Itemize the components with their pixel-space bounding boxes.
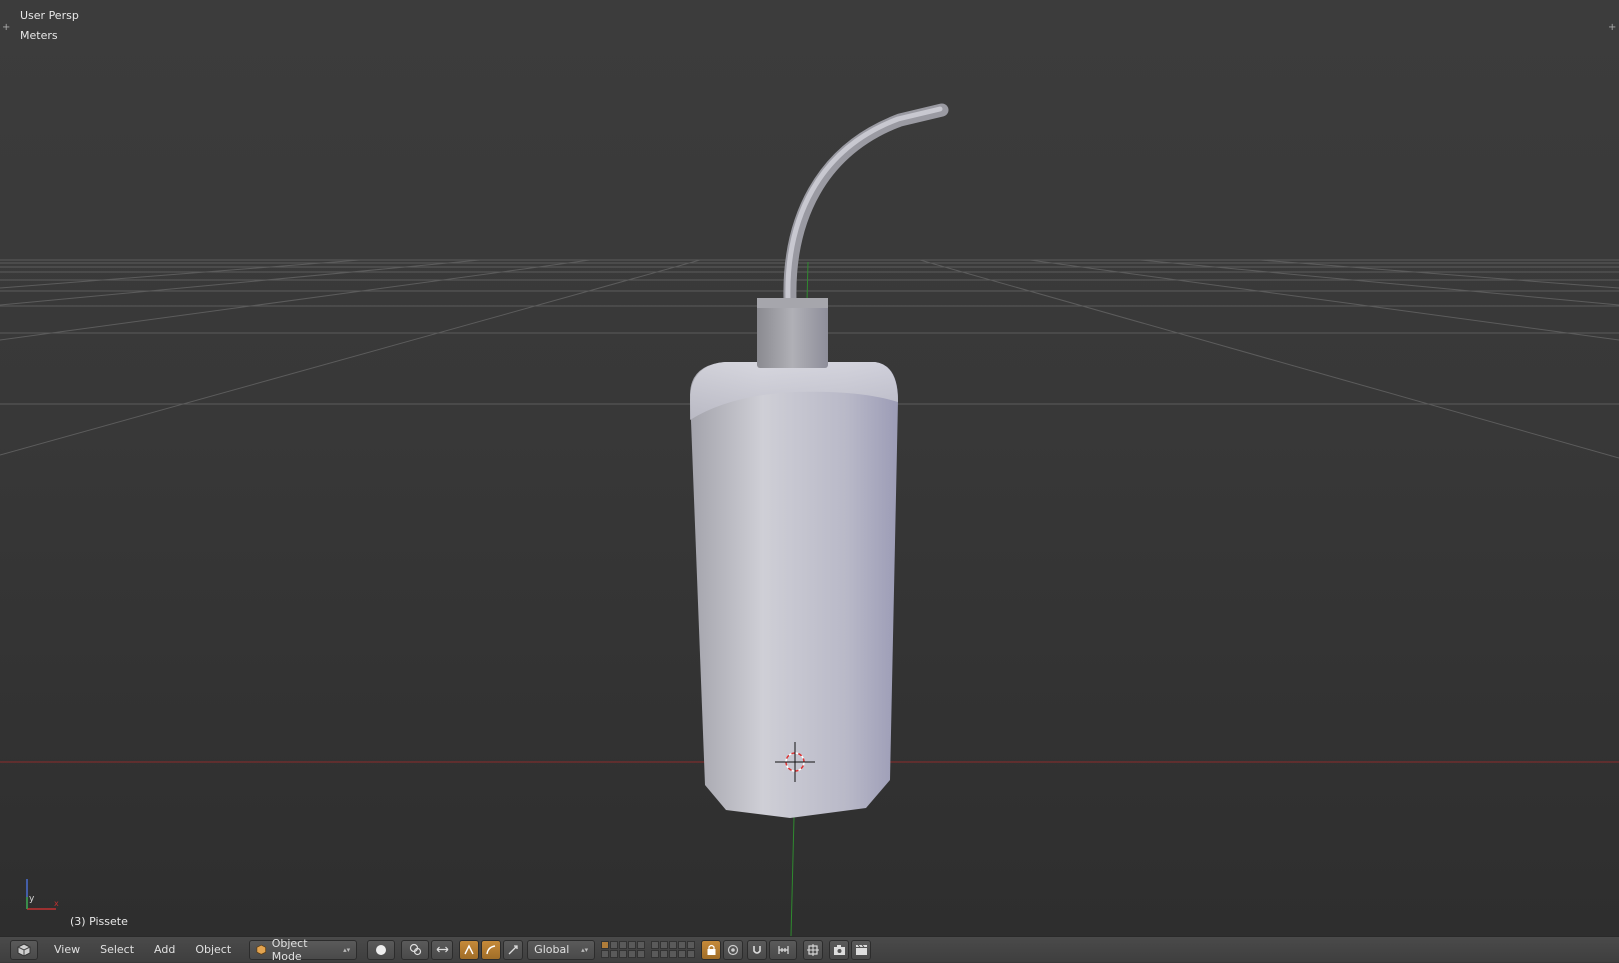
layer-cell[interactable]	[610, 941, 619, 949]
3d-viewport[interactable]: User Persp Meters + + y x (3) Pissete	[0, 0, 1619, 936]
layer-cell[interactable]	[669, 941, 678, 949]
view-perspective-label: User Persp	[20, 9, 79, 22]
layer-cell[interactable]	[601, 950, 610, 958]
scale-manipulator-button[interactable]	[503, 939, 524, 960]
layer-cell[interactable]	[687, 950, 696, 958]
mode-select-label: Object Mode	[271, 936, 308, 963]
layer-cell[interactable]	[628, 941, 637, 949]
camera-icon	[833, 944, 845, 955]
viewport-header: View Select Add Object Object Mode ▴▾ Gl…	[0, 936, 1619, 963]
transform-orientation-select[interactable]: Global ▴▾	[527, 939, 596, 960]
menu-select[interactable]: Select	[90, 943, 144, 956]
magnet-icon	[753, 945, 761, 954]
pivot-point-button[interactable]	[401, 939, 430, 960]
menu-add[interactable]: Add	[144, 943, 185, 956]
bottle-model	[690, 103, 949, 818]
pivot-icon	[409, 943, 421, 956]
clapboard-icon	[855, 944, 867, 955]
region-toggle-right-icon[interactable]: +	[1608, 22, 1616, 33]
manipulator-toggle-button[interactable]	[431, 939, 454, 960]
layer-cell[interactable]	[669, 950, 678, 958]
mode-select-arrows: ▴▾	[343, 945, 351, 954]
layer-cell[interactable]	[619, 950, 628, 958]
lock-icon	[707, 944, 716, 955]
snap-element-button[interactable]	[769, 939, 798, 960]
render-opengl-button[interactable]	[829, 939, 850, 960]
snap-target-button[interactable]	[803, 939, 824, 960]
lock-camera-button[interactable]	[701, 939, 722, 960]
layer-cell[interactable]	[678, 950, 687, 958]
layer-cell[interactable]	[601, 941, 610, 949]
layer-cell[interactable]	[660, 950, 669, 958]
layer-cell[interactable]	[637, 941, 646, 949]
layer-cell[interactable]	[610, 950, 619, 958]
bottle-body	[690, 362, 898, 818]
translate-manipulator-button[interactable]	[459, 939, 480, 960]
rotate-arc-icon	[486, 944, 496, 954]
manipulator-icon	[436, 946, 449, 953]
layers-group-2[interactable]	[651, 941, 696, 958]
layers-group-1[interactable]	[601, 941, 646, 958]
layer-cell[interactable]	[660, 941, 669, 949]
viewport-shading-button[interactable]	[367, 939, 396, 960]
snap-toggle-button[interactable]	[747, 939, 768, 960]
rotate-manipulator-button[interactable]	[481, 939, 502, 960]
transform-orientation-label: Global	[534, 943, 570, 956]
menu-view[interactable]: View	[44, 943, 90, 956]
render-animation-button[interactable]	[851, 939, 872, 960]
solid-sphere-icon	[376, 944, 387, 955]
translate-arrow-icon	[464, 943, 474, 954]
proportional-edit-icon	[728, 944, 739, 955]
layer-cell[interactable]	[651, 950, 660, 958]
layer-cell[interactable]	[637, 950, 646, 958]
bottle-cap	[757, 298, 828, 368]
transform-orientation-arrows: ▴▾	[581, 945, 589, 954]
mode-select[interactable]: Object Mode ▴▾	[249, 936, 358, 963]
menu-object[interactable]: Object	[185, 943, 241, 956]
active-object-label: (3) Pissete	[70, 915, 128, 928]
editor-type-button[interactable]	[10, 939, 38, 960]
gizmo-y-label: y	[29, 894, 35, 904]
proportional-edit-button[interactable]	[723, 939, 744, 960]
units-label: Meters	[20, 29, 58, 42]
scale-icon	[508, 944, 518, 954]
snap-target-icon	[807, 943, 820, 956]
layer-cell[interactable]	[651, 941, 660, 949]
snap-increment-icon	[778, 945, 789, 954]
layer-cell[interactable]	[687, 941, 696, 949]
gizmo-x-label: x	[54, 899, 59, 908]
region-toggle-left-icon[interactable]: +	[2, 22, 10, 33]
layer-cell[interactable]	[678, 941, 687, 949]
layer-cell[interactable]	[619, 941, 628, 949]
layer-cell[interactable]	[628, 950, 637, 958]
scene-canvas[interactable]	[0, 0, 1619, 936]
3d-view-icon	[17, 942, 31, 957]
axis-gizmo-icon: y x	[26, 879, 59, 910]
cube-icon	[256, 944, 267, 955]
